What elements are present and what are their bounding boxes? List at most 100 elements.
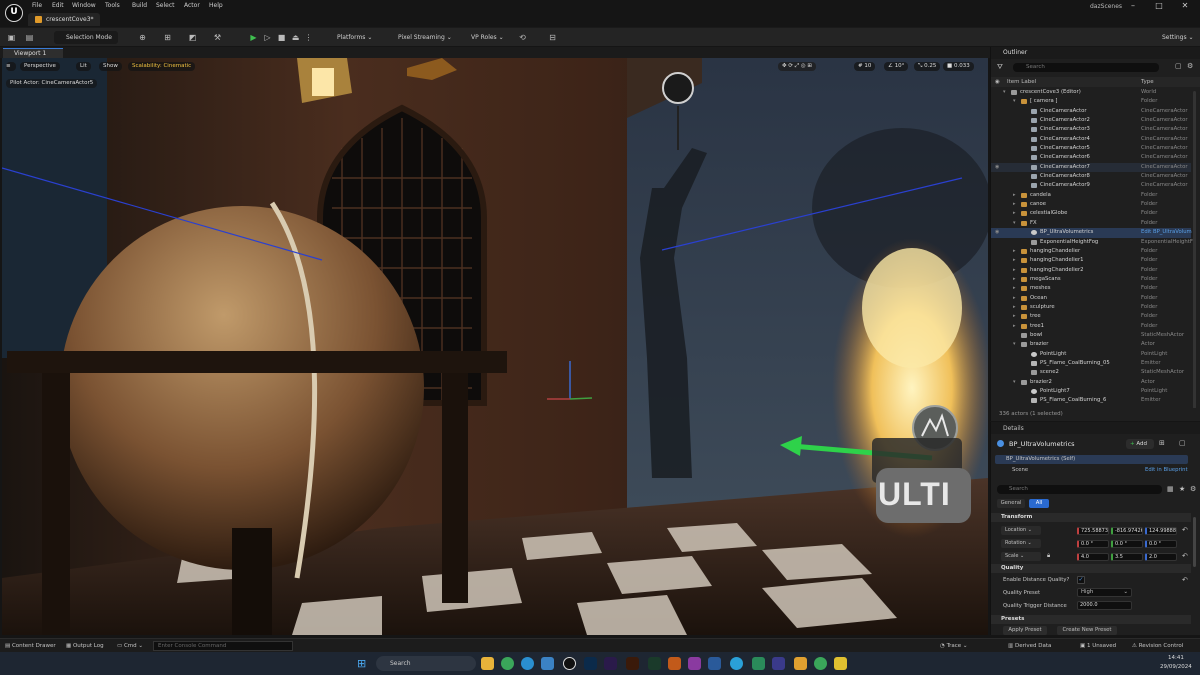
rotation-mode-dropdown[interactable]: Rotation ⌄ [1001,539,1041,548]
illustrator-icon[interactable] [626,657,639,670]
menu-select[interactable]: Select [156,2,175,9]
outliner-row[interactable]: ▸ tree Folder [991,312,1191,321]
outliner-row[interactable]: CineCameraActor3 CineCameraActor [991,125,1191,134]
transform-tools[interactable]: ✥ ⟳ ⤢ ◎ ⊞ [778,62,817,71]
rotation-z-field[interactable]: 0.0 ° [1145,540,1177,548]
tab-outliner[interactable]: Outliner [991,47,1200,59]
selection-mode-dropdown[interactable]: Selection Mode ⌄ [54,31,118,54]
enable-distance-quality-checkbox[interactable]: ✓ [1077,576,1085,584]
stop-icon[interactable]: ■ [276,32,287,43]
outliner-row[interactable]: CineCameraActor2 CineCameraActor [991,116,1191,125]
photoshop-icon[interactable] [584,657,597,670]
location-y-field[interactable]: -816.97426 [1111,527,1143,535]
outliner-row[interactable]: CineCameraActor8 CineCameraActor [991,172,1191,181]
outliner-row[interactable]: ▸ meshes Folder [991,284,1191,293]
expand-arrow-icon[interactable]: ▸ [1013,266,1016,275]
file-explorer-icon[interactable] [481,657,494,670]
filter-all-button[interactable]: All [1029,499,1049,508]
scale-z-field[interactable]: 2.0 [1145,553,1177,561]
details-search-input[interactable]: Search [997,485,1162,494]
outliner-row[interactable]: CineCameraActor6 CineCameraActor [991,153,1191,162]
outliner-row[interactable]: ◉ BP_UltraVolumetrics Edit BP_UltraVolum [991,228,1192,238]
chrome-icon[interactable] [501,657,514,670]
outliner-settings-icon[interactable]: ⚙ [1187,62,1193,70]
app-icon[interactable] [688,657,701,670]
edit-in-blueprint-link[interactable]: Edit in Blueprint [1145,467,1188,473]
daz-studio-icon[interactable] [708,657,721,670]
play-options-icon[interactable]: ⋮ [303,32,314,43]
menu-actor[interactable]: Actor [184,2,200,9]
outliner-row[interactable]: ▸ hangingChandelier1 Folder [991,256,1191,265]
chrome-2-icon[interactable] [814,657,827,670]
scale-snap-button[interactable]: ⤡ 0.25 [914,62,941,71]
expand-arrow-icon[interactable]: ▸ [1013,275,1016,284]
scale-lock-icon[interactable]: 🔒︎ [1047,552,1050,560]
project-tab[interactable]: crescentCove3* [28,13,100,26]
content-browser-icon[interactable]: ▤ [24,32,35,43]
collapse-arrow-icon[interactable]: ▾ [1013,340,1016,349]
column-type[interactable]: Type [1141,77,1154,87]
show-button[interactable]: Show [99,62,122,71]
expand-arrow-icon[interactable]: ▸ [1013,209,1016,218]
unsaved-button[interactable]: ▣ 1 Unsaved [1080,641,1116,651]
self-component-row[interactable]: BP_UltraVolumetrics (Self) [995,455,1188,464]
close-icon[interactable]: ✕ [1172,0,1198,12]
outliner-row[interactable]: ▾ FX Folder [991,219,1191,228]
scale-x-field[interactable]: 4.0 [1077,553,1109,561]
outliner-row[interactable]: ▸ hangingChandelier Folder [991,247,1191,256]
collapse-arrow-icon[interactable]: ▾ [1003,88,1006,97]
advance-frame-icon[interactable]: ▷ [262,32,273,43]
expand-arrow-icon[interactable]: ▸ [1013,256,1016,265]
unreal-engine-icon[interactable] [563,657,576,670]
menu-build[interactable]: Build [132,2,147,9]
blueprint-options-icon[interactable]: ⊞ [1159,439,1165,447]
store-icon[interactable] [541,657,554,670]
edge-icon[interactable] [521,657,534,670]
add-folder-icon[interactable]: ▢ [1175,62,1182,70]
outliner-row[interactable]: ▾ brazier2 Actor [991,378,1191,387]
column-item-label[interactable]: Item Label [1007,77,1036,87]
trace-dropdown[interactable]: ◔ Trace ⌄ [940,641,968,651]
filter-general-button[interactable]: General [997,499,1025,508]
outliner-row[interactable]: bowl StaticMeshActor [991,331,1191,340]
outliner-row[interactable]: PointLight PointLight [991,350,1191,359]
reset-location-icon[interactable]: ↶ [1182,526,1188,534]
console-command-input[interactable]: Enter Console Command [153,641,293,651]
tab-viewport-1[interactable]: Viewport 1 [3,48,63,58]
property-matrix-icon[interactable]: ▦ [1167,485,1174,493]
notepad-icon[interactable] [772,657,785,670]
outliner-row[interactable]: PS_Flame_CoalBurning_05 Emitter [991,359,1191,368]
menu-file[interactable]: File [32,2,42,9]
add-component-button[interactable]: + Add [1126,439,1154,449]
lock-details-icon[interactable]: ▢ [1179,439,1186,447]
reset-scale-icon[interactable]: ↶ [1182,552,1188,560]
menu-edit[interactable]: Edit [52,2,64,9]
pixel-streaming-dropdown[interactable]: Pixel Streaming ⌄ [388,31,452,44]
revision-control-icon[interactable]: ⟲ [517,32,528,43]
minimize-icon[interactable]: – [1120,0,1146,12]
play-icon[interactable]: ▶ [248,32,259,43]
substance-painter-icon[interactable] [648,657,661,670]
expand-arrow-icon[interactable]: ▸ [1013,247,1016,256]
revision-control-button[interactable]: ⚠ Revision Control [1132,641,1183,651]
outliner-row[interactable]: ▸ sculpture Folder [991,303,1191,312]
outliner-row[interactable]: scene2 StaticMeshActor [991,368,1191,377]
after-effects-icon[interactable] [604,657,617,670]
outliner-row[interactable]: ▾ brazier Actor [991,340,1191,349]
expand-arrow-icon[interactable]: ▸ [1013,322,1016,331]
outliner-row[interactable]: ▸ megaScans Folder [991,275,1191,284]
create-new-preset-button[interactable]: Create New Preset [1057,626,1117,635]
outliner-row[interactable]: ▸ celestialGlobe Folder [991,209,1191,218]
level-viewport[interactable]: ≡ Perspective Lit Show Scalability: Cine… [2,58,988,635]
derived-data-button[interactable]: ▥ Derived Data [1008,641,1051,651]
camera-speed-button[interactable]: ■ 0.033 [943,62,974,71]
output-log-button[interactable]: ▦ Output Log [66,641,104,651]
outliner-row[interactable]: CineCameraActor9 CineCameraActor [991,181,1191,190]
outliner-search-input[interactable]: Search [1013,63,1159,72]
outliner-row[interactable]: CineCameraActor4 CineCameraActor [991,135,1191,144]
viewport-menu-icon[interactable]: ≡ [6,62,16,71]
grid-snap-button[interactable]: # 10 [854,62,876,71]
outliner-row[interactable]: ▸ tree1 Folder [991,322,1191,331]
photos-icon[interactable] [752,657,765,670]
expand-arrow-icon[interactable]: ▸ [1013,312,1016,321]
